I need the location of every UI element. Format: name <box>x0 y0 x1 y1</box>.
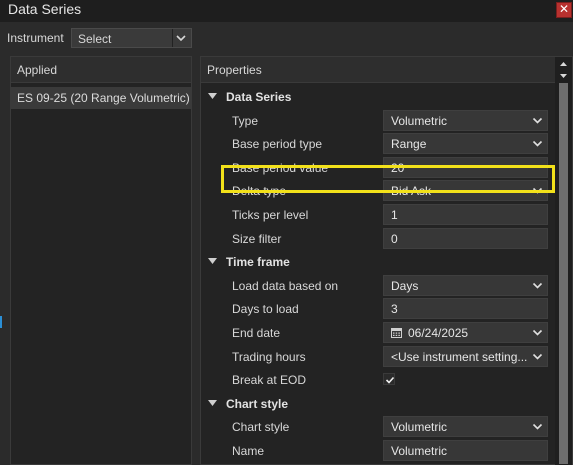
calendar-icon <box>391 327 402 338</box>
section-time-frame[interactable]: Time frame <box>201 250 555 274</box>
properties-header: Properties <box>201 57 555 83</box>
days-to-load-input[interactable]: 3 <box>383 298 548 320</box>
type-value: Volumetric <box>391 113 448 128</box>
property-grid: Data Series Type Volumetric Base period … <box>201 85 555 463</box>
edge-marker <box>0 316 2 328</box>
chevron-down-icon <box>532 282 543 289</box>
collapse-triangle-icon[interactable] <box>208 399 217 408</box>
break-at-eod-checkbox[interactable] <box>383 373 395 386</box>
type-dropdown[interactable]: Volumetric <box>383 109 548 131</box>
applied-list-item[interactable]: ES 09-25 (20 Range Volumetric) <box>11 87 191 109</box>
property-label: End date <box>232 325 281 340</box>
property-label: Trading hours <box>232 349 306 364</box>
ticks-per-level-input[interactable]: 1 <box>383 203 548 225</box>
base-period-type-dropdown[interactable]: Range <box>383 133 548 155</box>
scroll-up-icon[interactable] <box>555 59 572 69</box>
size-filter-input[interactable]: 0 <box>383 227 548 249</box>
chevron-down-icon <box>532 424 543 430</box>
property-row-break-at-eod: Break at EOD <box>201 368 555 392</box>
collapse-triangle-icon[interactable] <box>208 92 217 101</box>
chevron-down-icon <box>532 353 543 360</box>
load-data-based-on-value: Days <box>391 278 419 293</box>
property-row-type: Type Volumetric <box>201 109 555 133</box>
instrument-select-divider <box>172 29 173 47</box>
name-value: Volumetric <box>391 443 448 458</box>
end-date-value: 06/24/2025 <box>408 325 469 340</box>
property-row-size-filter: Size filter 0 <box>201 227 555 251</box>
title-bar: Data Series ✕ <box>0 0 573 22</box>
chevron-down-icon <box>532 141 543 147</box>
collapse-triangle-icon[interactable] <box>208 257 217 266</box>
properties-panel: Properties Data Series Type Volumetric B… <box>200 56 573 465</box>
chevron-down-icon <box>176 35 186 42</box>
checkmark-icon <box>385 377 395 384</box>
property-row-chart-style: Chart style Volumetric <box>201 415 555 439</box>
property-label: Load data based on <box>232 278 339 293</box>
property-label: Break at EOD <box>232 373 307 388</box>
property-label: Type <box>232 113 259 128</box>
section-label: Time frame <box>226 255 290 270</box>
property-label: Base period type <box>232 137 323 152</box>
section-label: Chart style <box>226 396 289 411</box>
property-label: Days to load <box>232 302 299 317</box>
property-label: Name <box>232 443 265 458</box>
chevron-down-icon <box>532 329 543 336</box>
property-row-trading-hours: Trading hours <Use instrument setting... <box>201 345 555 369</box>
property-row-load-data-based-on: Load data based on Days <box>201 274 555 298</box>
instrument-select[interactable]: Select <box>71 28 192 48</box>
size-filter-value: 0 <box>391 231 398 246</box>
chevron-down-icon <box>532 117 543 124</box>
ticks-per-level-value: 1 <box>391 207 398 222</box>
trading-hours-dropdown[interactable]: <Use instrument setting... <box>383 345 548 367</box>
trading-hours-value: <Use instrument setting... <box>391 349 527 364</box>
section-data-series[interactable]: Data Series <box>201 85 555 109</box>
highlight-box <box>221 165 555 193</box>
property-row-days-to-load: Days to load 3 <box>201 297 555 321</box>
instrument-row: Instrument Select <box>0 22 573 54</box>
chart-style-dropdown[interactable]: Volumetric <box>383 416 548 438</box>
instrument-select-value: Select <box>78 32 112 46</box>
close-button[interactable]: ✕ <box>556 2 572 18</box>
section-chart-style[interactable]: Chart style <box>201 392 555 416</box>
chart-style-value: Volumetric <box>391 420 448 435</box>
name-input[interactable]: Volumetric <box>383 439 548 461</box>
property-row-ticks-per-level: Ticks per level 1 <box>201 203 555 227</box>
property-row-name: Name Volumetric <box>201 439 555 463</box>
window-title: Data Series <box>8 1 82 17</box>
applied-header: Applied <box>11 57 191 83</box>
close-icon: ✕ <box>558 2 570 16</box>
property-label: Chart style <box>232 420 290 435</box>
property-row-base-period-type: Base period type Range <box>201 132 555 156</box>
load-data-based-on-dropdown[interactable]: Days <box>383 274 548 296</box>
property-row-end-date: End date 06/24/2025 <box>201 321 555 345</box>
scroll-down-icon[interactable] <box>555 71 572 81</box>
end-date-picker[interactable]: 06/24/2025 <box>383 321 548 343</box>
scroll-thumb[interactable] <box>559 83 568 464</box>
section-label: Data Series <box>226 90 292 104</box>
property-label: Size filter <box>232 231 282 246</box>
days-to-load-value: 3 <box>391 302 398 317</box>
applied-panel: Applied ES 09-25 (20 Range Volumetric) <box>10 56 192 465</box>
base-period-type-value: Range <box>391 137 427 152</box>
instrument-label: Instrument <box>7 31 64 45</box>
properties-scrollbar[interactable] <box>555 57 572 465</box>
property-label: Ticks per level <box>232 207 309 222</box>
